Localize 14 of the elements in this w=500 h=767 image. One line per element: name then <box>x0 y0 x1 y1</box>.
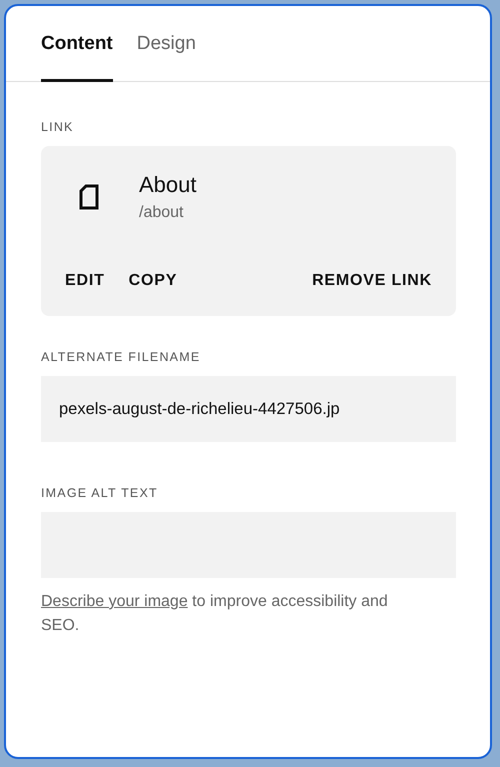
page-icon <box>79 184 99 210</box>
field-label: ALTERNATE FILENAME <box>41 350 202 364</box>
help-text: Describe your image to improve accessibility and SEO. <box>41 592 389 636</box>
page-title: About <box>139 172 196 198</box>
tab[interactable]: Design <box>136 32 196 82</box>
tab[interactable]: Content <box>41 32 113 82</box>
filename-field[interactable]: pexels-august-de-richelieu-4427506.jp <box>41 376 456 442</box>
action-link[interactable]: EDIT <box>65 272 105 290</box>
action-link[interactable]: REMOVE LINK <box>312 272 432 290</box>
describe-link[interactable]: Describe your image <box>41 593 188 610</box>
field-label: IMAGE ALT TEXT <box>41 486 159 500</box>
page-path: /about <box>139 204 184 222</box>
action-link[interactable]: COPY <box>128 272 178 290</box>
section-label: LINK <box>41 120 75 134</box>
